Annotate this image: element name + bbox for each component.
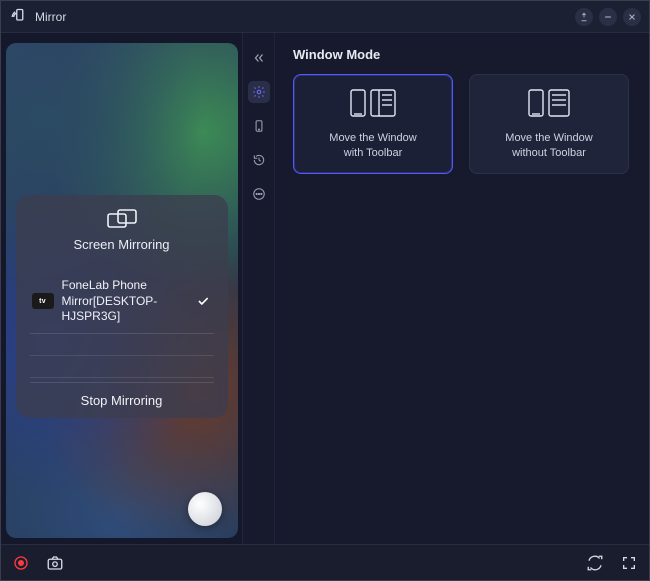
- window-without-toolbar-icon: [521, 87, 577, 121]
- device-slot-empty: [30, 334, 214, 356]
- screen-mirroring-panel: Screen Mirroring tv FoneLab Phone Mirror…: [16, 195, 228, 418]
- card-label: Move the Windowwithout Toolbar: [495, 131, 602, 161]
- collapse-button[interactable]: [248, 47, 270, 69]
- right-panel: Window Mode Move the: [243, 33, 649, 544]
- content-area: Window Mode Move the: [275, 33, 649, 544]
- apple-tv-icon: tv: [32, 293, 54, 309]
- pin-button[interactable]: [575, 8, 593, 26]
- window-with-toolbar-icon: [345, 87, 401, 121]
- assistive-touch-button[interactable]: [188, 492, 222, 526]
- device-preview-area: Screen Mirroring tv FoneLab Phone Mirror…: [1, 33, 243, 544]
- rotate-button[interactable]: [585, 553, 605, 573]
- section-title: Window Mode: [293, 47, 631, 62]
- app-icon: [9, 7, 29, 27]
- minimize-button[interactable]: [599, 8, 617, 26]
- right-toolbar: [243, 33, 275, 544]
- screen-mirroring-icon: [107, 209, 137, 231]
- close-button[interactable]: [623, 8, 641, 26]
- toolbar-device[interactable]: [248, 115, 270, 137]
- titlebar: Mirror: [1, 1, 649, 33]
- fullscreen-button[interactable]: [619, 553, 639, 573]
- toolbar-more[interactable]: [248, 183, 270, 205]
- stop-mirroring-button[interactable]: Stop Mirroring: [30, 382, 214, 408]
- mirroring-device-row[interactable]: tv FoneLab Phone Mirror[DESKTOP-HJSPR3G]: [30, 270, 214, 334]
- bottom-bar: [1, 544, 649, 580]
- app-title: Mirror: [35, 10, 66, 24]
- main-area: Screen Mirroring tv FoneLab Phone Mirror…: [1, 33, 649, 544]
- window-mode-cards: Move the Windowwith Toolbar Move: [293, 74, 631, 174]
- device-slot-empty: [30, 356, 214, 378]
- screenshot-button[interactable]: [45, 553, 65, 573]
- check-icon: [196, 294, 210, 308]
- record-button[interactable]: [11, 553, 31, 573]
- toolbar-settings[interactable]: [248, 81, 270, 103]
- window-mode-with-toolbar[interactable]: Move the Windowwith Toolbar: [293, 74, 453, 174]
- screen-mirroring-title: Screen Mirroring: [73, 237, 169, 252]
- toolbar-history[interactable]: [248, 149, 270, 171]
- mirroring-device-name: FoneLab Phone Mirror[DESKTOP-HJSPR3G]: [62, 278, 188, 325]
- card-label: Move the Windowwith Toolbar: [319, 131, 426, 161]
- device-screen: Screen Mirroring tv FoneLab Phone Mirror…: [6, 43, 238, 538]
- window-mode-without-toolbar[interactable]: Move the Windowwithout Toolbar: [469, 74, 629, 174]
